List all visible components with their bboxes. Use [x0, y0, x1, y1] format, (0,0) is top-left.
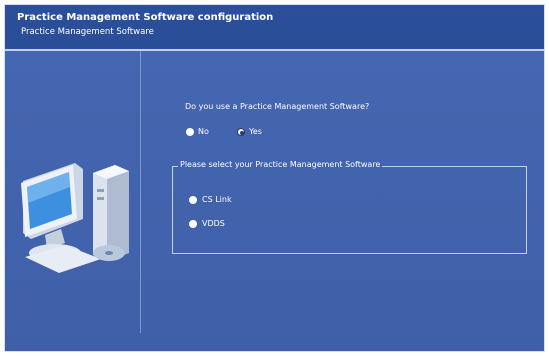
software-selection-group: Please select your Practice Management S… [172, 160, 527, 254]
computer-icon [17, 147, 133, 277]
radio-vdds-label[interactable]: VDDS [202, 219, 225, 228]
header: Practice Management Software configurati… [5, 5, 544, 49]
window-subtitle: Practice Management Software [21, 27, 154, 37]
configuration-window: Practice Management Software configurati… [4, 4, 545, 352]
radio-no[interactable] [186, 128, 194, 136]
radio-no-label[interactable]: No [198, 127, 209, 136]
radio-yes-label[interactable]: Yes [249, 127, 262, 136]
radio-cs-link-label[interactable]: CS Link [202, 195, 232, 204]
window-title: Practice Management Software configurati… [17, 12, 274, 23]
pms-question-label: Do you use a Practice Management Softwar… [185, 102, 370, 111]
content-area: Do you use a Practice Management Softwar… [5, 51, 544, 351]
radio-vdds[interactable] [189, 220, 197, 228]
radio-yes[interactable] [237, 128, 245, 136]
radio-cs-link[interactable] [189, 196, 197, 204]
vertical-divider [140, 51, 141, 333]
software-group-label: Please select your Practice Management S… [178, 160, 383, 169]
